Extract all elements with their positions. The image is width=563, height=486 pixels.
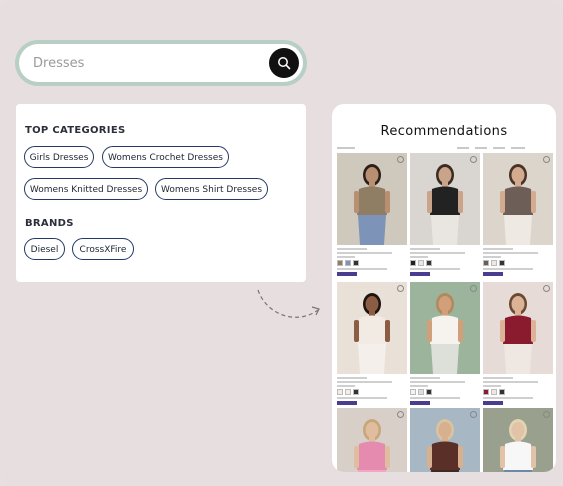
- wishlist-heart-icon[interactable]: [543, 156, 550, 163]
- wishlist-heart-icon[interactable]: [397, 156, 404, 163]
- product-meta: [410, 248, 480, 276]
- search-bar: Dresses: [15, 40, 307, 86]
- arrow-icon: [257, 289, 320, 318]
- product-image[interactable]: [337, 408, 407, 472]
- wishlist-heart-icon[interactable]: [397, 411, 404, 418]
- search-input[interactable]: Dresses: [33, 56, 269, 71]
- model-photo: [427, 164, 463, 245]
- product-image[interactable]: [483, 408, 553, 472]
- model-photo: [354, 164, 390, 245]
- wishlist-heart-icon[interactable]: [543, 285, 550, 292]
- category-chip-womens-crochet-dresses[interactable]: Womens Crochet Dresses: [102, 146, 229, 168]
- wishlist-heart-icon[interactable]: [470, 285, 477, 292]
- wishlist-heart-icon[interactable]: [543, 411, 550, 418]
- product-image[interactable]: [337, 153, 407, 245]
- recommendations-title: Recommendations: [380, 124, 508, 139]
- recommendations-panel: Recommendations: [332, 104, 556, 472]
- product-image[interactable]: [483, 153, 553, 245]
- product-meta: [483, 377, 553, 405]
- category-chip-girls-dresses[interactable]: Girls Dresses: [24, 146, 94, 168]
- search-icon: [278, 57, 291, 70]
- brand-chip-diesel[interactable]: Diesel: [24, 238, 65, 260]
- wishlist-heart-icon[interactable]: [470, 411, 477, 418]
- top-categories-heading: TOP CATEGORIES: [25, 125, 126, 136]
- product-image[interactable]: [410, 408, 480, 472]
- product-meta: [483, 248, 553, 276]
- screen: Dresses TOP CATEGORIES Girls Dresses Wom…: [0, 0, 563, 486]
- brands-heading: BRANDS: [25, 218, 74, 229]
- search-field-container: Dresses: [19, 44, 303, 82]
- model-photo: [427, 293, 463, 374]
- wishlist-heart-icon[interactable]: [470, 156, 477, 163]
- model-photo: [500, 419, 536, 472]
- model-photo: [500, 293, 536, 374]
- product-meta: [337, 377, 407, 405]
- brand-chip-crossxfire[interactable]: CrossXFire: [72, 238, 134, 260]
- product-image[interactable]: [337, 282, 407, 374]
- model-photo: [354, 419, 390, 472]
- product-meta: [410, 377, 480, 405]
- product-image[interactable]: [483, 282, 553, 374]
- category-chip-womens-shirt-dresses[interactable]: Womens Shirt Dresses: [155, 178, 268, 200]
- product-meta: [337, 248, 407, 276]
- category-chip-womens-knitted-dresses[interactable]: Womens Knitted Dresses: [24, 178, 148, 200]
- model-photo: [500, 164, 536, 245]
- model-photo: [427, 419, 463, 472]
- search-button[interactable]: [269, 48, 299, 78]
- model-photo: [354, 293, 390, 374]
- product-image[interactable]: [410, 282, 480, 374]
- product-image[interactable]: [410, 153, 480, 245]
- wishlist-heart-icon[interactable]: [397, 285, 404, 292]
- search-suggestions-panel: TOP CATEGORIES Girls Dresses Womens Croc…: [16, 104, 306, 282]
